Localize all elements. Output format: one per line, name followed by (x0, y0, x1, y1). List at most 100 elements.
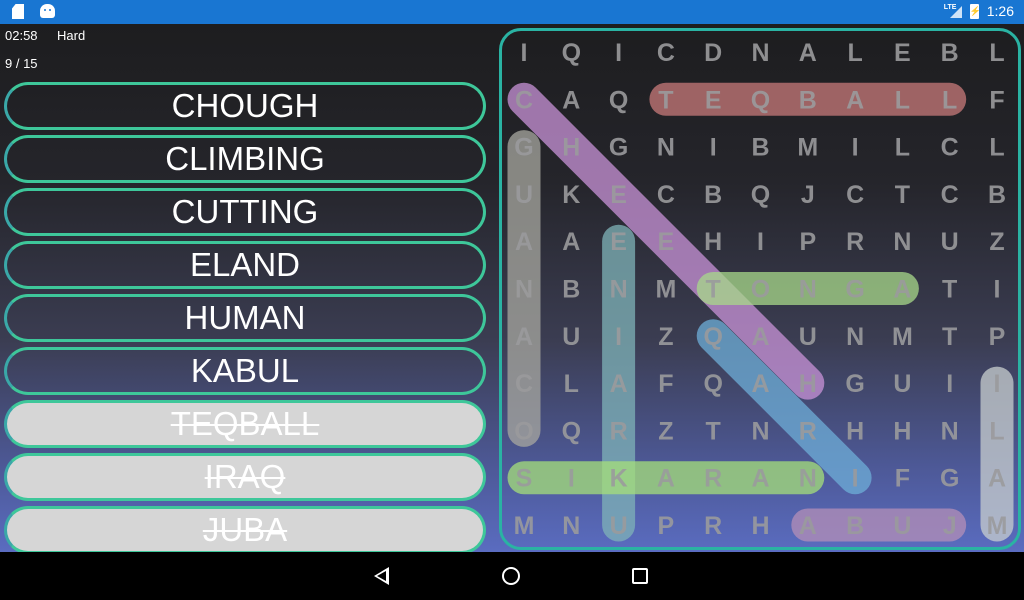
grid-letter[interactable]: N (799, 465, 817, 493)
grid-letter[interactable]: C (657, 39, 675, 67)
grid-letter[interactable]: L (895, 134, 910, 162)
grid-letter[interactable]: R (846, 228, 864, 256)
grid-letter[interactable]: I (615, 323, 622, 351)
grid-letter[interactable]: H (893, 417, 911, 445)
grid-letter[interactable]: T (658, 86, 673, 114)
grid-letter[interactable]: H (704, 228, 722, 256)
grid-letter[interactable]: P (658, 512, 675, 540)
grid-letter[interactable]: M (797, 134, 818, 162)
grid-letter[interactable]: C (657, 181, 675, 209)
grid-letter[interactable]: J (943, 512, 957, 540)
grid-letter[interactable]: I (710, 134, 717, 162)
grid-letter[interactable]: L (895, 86, 910, 114)
grid-letter[interactable]: Q (751, 86, 770, 114)
grid-letter[interactable]: U (799, 323, 817, 351)
grid-letter[interactable]: Q (609, 86, 628, 114)
grid-letter[interactable]: G (845, 276, 864, 304)
grid-letter[interactable]: T (706, 417, 721, 445)
grid-letter[interactable]: A (751, 323, 769, 351)
grid-letter[interactable]: N (893, 228, 911, 256)
grid-letter[interactable]: J (801, 181, 815, 209)
grid-letter[interactable]: R (610, 417, 628, 445)
grid-letter[interactable]: Q (703, 370, 722, 398)
grid-letter[interactable]: B (751, 134, 769, 162)
grid-letter[interactable]: B (704, 181, 722, 209)
grid-letter[interactable]: L (847, 39, 862, 67)
grid-letter[interactable]: E (894, 39, 911, 67)
grid-letter[interactable]: Q (751, 181, 770, 209)
grid-letter[interactable]: N (799, 276, 817, 304)
grid-letter[interactable]: U (893, 370, 911, 398)
grid-letter[interactable]: Q (703, 323, 722, 351)
grid-letter[interactable]: N (941, 417, 959, 445)
grid-letter[interactable]: T (706, 276, 721, 304)
grid-letter[interactable]: A (799, 512, 817, 540)
grid-letter[interactable]: K (562, 181, 580, 209)
grid-letter[interactable]: T (942, 276, 957, 304)
grid-letter[interactable]: N (610, 276, 628, 304)
grid-letter[interactable]: I (568, 465, 575, 493)
grid-letter[interactable]: N (751, 39, 769, 67)
grid-letter[interactable]: Z (989, 228, 1004, 256)
grid-letter[interactable]: N (751, 417, 769, 445)
grid-letter[interactable]: R (704, 512, 722, 540)
grid-letter[interactable]: R (799, 417, 817, 445)
grid-letter[interactable]: C (515, 370, 533, 398)
grid-letter[interactable]: A (988, 465, 1006, 493)
grid-letter[interactable]: S (516, 465, 533, 493)
grid-letter[interactable]: L (989, 134, 1004, 162)
grid-letter[interactable]: A (846, 86, 864, 114)
grid-letter[interactable]: F (989, 86, 1004, 114)
grid-letter[interactable]: A (657, 465, 675, 493)
grid-letter[interactable]: C (941, 134, 959, 162)
grid-letter[interactable]: P (989, 323, 1006, 351)
grid-letter[interactable]: O (514, 417, 533, 445)
grid-letter[interactable]: M (892, 323, 913, 351)
grid-letter[interactable]: A (515, 228, 533, 256)
grid-letter[interactable]: N (657, 134, 675, 162)
grid-letter[interactable]: R (704, 465, 722, 493)
grid-letter[interactable]: A (893, 276, 911, 304)
grid-letter[interactable]: L (989, 417, 1004, 445)
grid-letter[interactable]: A (515, 323, 533, 351)
grid-letter[interactable]: N (515, 276, 533, 304)
grid-letter[interactable]: N (846, 323, 864, 351)
grid-letter[interactable]: C (941, 181, 959, 209)
home-icon[interactable] (502, 567, 520, 585)
grid-letter[interactable]: A (562, 228, 580, 256)
grid-letter[interactable]: A (610, 370, 628, 398)
grid-letter[interactable]: G (940, 465, 959, 493)
grid-letter[interactable]: H (562, 134, 580, 162)
back-icon[interactable] (374, 567, 389, 585)
grid-letter[interactable]: I (852, 134, 859, 162)
grid-letter[interactable]: Q (562, 39, 581, 67)
grid-letter[interactable]: I (994, 370, 1001, 398)
grid-letter[interactable]: K (610, 465, 628, 493)
grid-letter[interactable]: H (846, 417, 864, 445)
grid-letter[interactable]: B (799, 86, 817, 114)
grid-letter[interactable]: I (615, 39, 622, 67)
grid-letter[interactable]: L (942, 86, 957, 114)
grid-letter[interactable]: F (658, 370, 673, 398)
grid-letter[interactable]: O (751, 276, 770, 304)
grid-letter[interactable]: U (515, 181, 533, 209)
grid-letter[interactable]: A (562, 86, 580, 114)
grid-letter[interactable]: Z (658, 417, 673, 445)
grid-letter[interactable]: I (946, 370, 953, 398)
grid-letter[interactable]: N (562, 512, 580, 540)
grid-letter[interactable]: L (564, 370, 579, 398)
grid-letter[interactable]: U (610, 512, 628, 540)
grid-letter[interactable]: D (704, 39, 722, 67)
grid-letter[interactable]: G (514, 134, 533, 162)
grid-letter[interactable]: F (895, 465, 910, 493)
grid-letter[interactable]: I (994, 276, 1001, 304)
grid-letter[interactable]: C (515, 86, 533, 114)
grid-letter[interactable]: A (751, 465, 769, 493)
grid-letter[interactable]: B (562, 276, 580, 304)
grid-letter[interactable]: H (751, 512, 769, 540)
grid-letter[interactable]: T (895, 181, 910, 209)
grid-letter[interactable]: A (799, 39, 817, 67)
grid-letter[interactable]: A (751, 370, 769, 398)
grid-letter[interactable]: M (514, 512, 535, 540)
grid-letter[interactable]: P (799, 228, 816, 256)
